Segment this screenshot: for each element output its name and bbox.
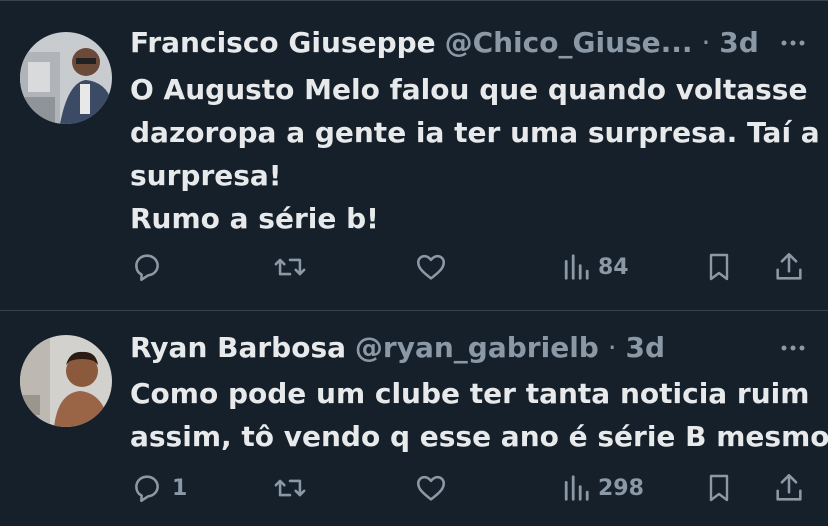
reply-icon xyxy=(135,475,159,503)
reply-button[interactable]: 1 xyxy=(130,468,187,508)
views-button[interactable]: 298 xyxy=(562,468,644,508)
tweet-line: dazoropa a gente ia ter uma surpresa. Ta… xyxy=(130,116,820,149)
views-icon xyxy=(564,254,589,280)
tweet-text: Como pode um clube ter tanta noticia rui… xyxy=(130,372,828,458)
separator: · xyxy=(701,26,711,59)
reply-button[interactable] xyxy=(130,247,172,287)
avatar[interactable] xyxy=(20,32,112,124)
author-handle[interactable]: @Chico_Giuse... xyxy=(445,26,693,59)
tweet-line: O Augusto Melo falou que quando voltasse xyxy=(130,73,808,106)
tweet[interactable]: Ryan Barbosa @ryan_gabrielb · 3d Como po… xyxy=(0,311,828,526)
author-name[interactable]: Ryan Barbosa xyxy=(130,331,346,364)
share-icon xyxy=(776,252,802,280)
views-count: 84 xyxy=(598,254,629,280)
tweet-line: surpresa! xyxy=(130,159,282,192)
retweet-icon xyxy=(274,479,306,497)
tweet[interactable]: Francisco Giuseppe @Chico_Giuse... · 3d … xyxy=(0,0,828,310)
author-name[interactable]: Francisco Giuseppe xyxy=(130,26,436,59)
bookmark-icon xyxy=(709,474,729,502)
author-handle[interactable]: @ryan_gabrielb xyxy=(355,331,599,364)
tweet-header: Francisco Giuseppe @Chico_Giuse... · 3d xyxy=(130,26,759,60)
bookmark-icon xyxy=(709,253,729,281)
share-button[interactable] xyxy=(772,468,806,508)
like-button[interactable] xyxy=(414,468,456,508)
more-icon[interactable] xyxy=(778,333,808,363)
like-button[interactable] xyxy=(414,247,456,287)
retweet-button[interactable] xyxy=(272,247,316,287)
tweet-actions: 1 298 xyxy=(0,468,828,508)
tweet-text: O Augusto Melo falou que quando voltasse… xyxy=(130,68,820,240)
heart-icon xyxy=(416,254,446,280)
views-button[interactable]: 84 xyxy=(562,247,629,287)
tweet-header: Ryan Barbosa @ryan_gabrielb · 3d xyxy=(130,331,665,365)
share-icon xyxy=(776,473,802,501)
share-button[interactable] xyxy=(772,247,806,287)
timestamp[interactable]: 3d xyxy=(626,331,666,364)
tweet-line: assim, tô vendo q esse ano é série B mes… xyxy=(130,420,828,453)
retweet-button[interactable] xyxy=(272,468,316,508)
avatar[interactable] xyxy=(20,335,112,427)
bookmark-button[interactable] xyxy=(703,468,735,508)
tweet-actions: 84 xyxy=(0,247,828,287)
more-icon[interactable] xyxy=(778,28,808,58)
retweet-icon xyxy=(274,258,306,276)
tweet-line: Rumo a série b! xyxy=(130,202,379,235)
bookmark-button[interactable] xyxy=(703,247,735,287)
views-icon xyxy=(564,475,589,501)
reply-icon xyxy=(135,254,159,282)
reply-count: 1 xyxy=(172,475,188,501)
separator: · xyxy=(607,331,617,364)
heart-icon xyxy=(416,475,446,501)
tweet-line: Como pode um clube ter tanta noticia rui… xyxy=(130,377,810,410)
views-count: 298 xyxy=(598,475,644,501)
timestamp[interactable]: 3d xyxy=(719,26,759,59)
